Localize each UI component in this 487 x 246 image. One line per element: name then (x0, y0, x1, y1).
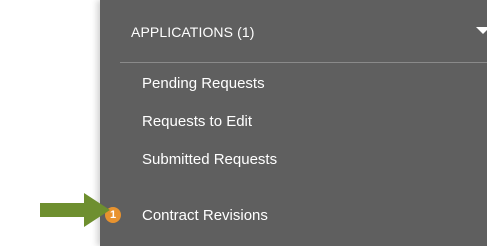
menu-item-label: Requests to Edit (142, 113, 253, 130)
menu-item-requests-to-edit[interactable]: Requests to Edit (100, 101, 487, 139)
right-arrow-icon (40, 193, 110, 227)
menu-item-pending-requests[interactable]: Pending Requests (100, 63, 487, 101)
caret-down-icon[interactable] (476, 27, 487, 34)
menu-item-submitted-requests[interactable]: Submitted Requests (100, 139, 487, 177)
menu-item-label: Pending Requests (142, 75, 265, 92)
menu-item-label: Contract Revisions (142, 207, 268, 224)
stage: APPLICATIONS (1) Pending Requests Reques… (0, 0, 487, 246)
applications-panel: APPLICATIONS (1) Pending Requests Reques… (100, 0, 487, 246)
applications-header[interactable]: APPLICATIONS (1) (100, 0, 487, 62)
applications-title: APPLICATIONS (1) (131, 24, 255, 40)
menu-item-contract-revisions[interactable]: 1 Contract Revisions (100, 195, 487, 233)
menu-item-label: Submitted Requests (142, 151, 278, 168)
